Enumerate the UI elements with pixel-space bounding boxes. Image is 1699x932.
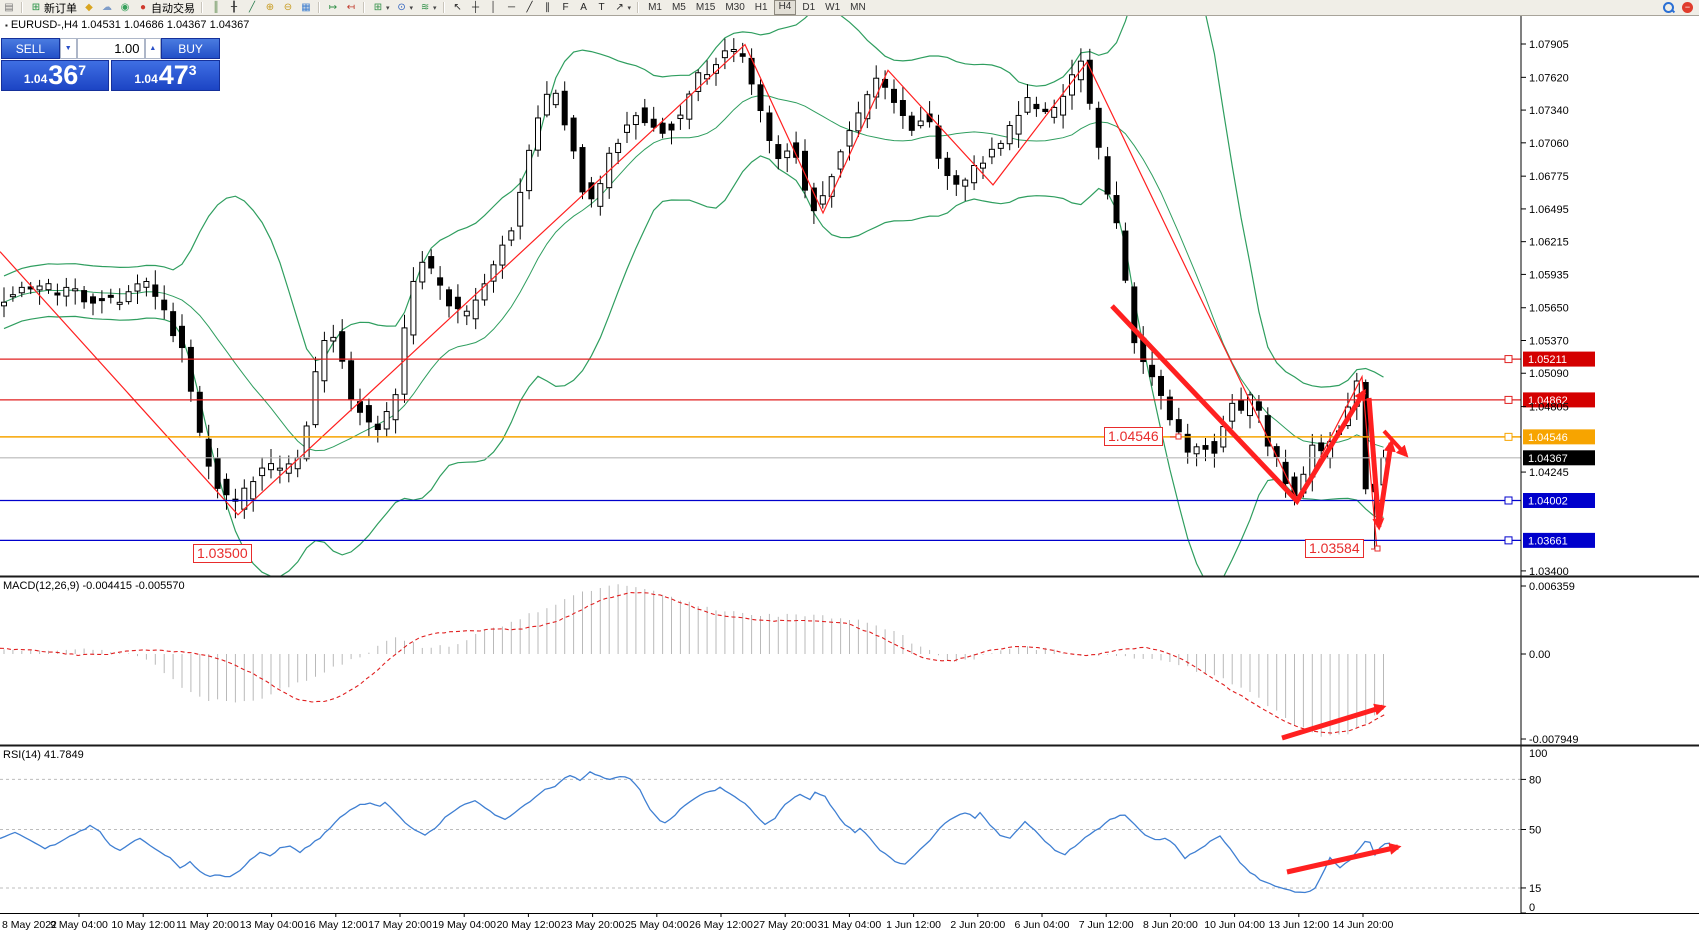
time-tick-label: 1 Jun 12:00 [886, 919, 941, 931]
price-tick-label: 1.04805 [1529, 402, 1569, 414]
one-click-trading-panel: SELL ▼ ▲ BUY 1.04367 1.04473 [1, 38, 220, 91]
price-badge-text: 1.05211 [1528, 354, 1567, 366]
time-tick-label: 27 May 20:00 [753, 919, 817, 931]
callout-handle [1375, 546, 1380, 551]
macd-axis-label: 0.00 [1529, 649, 1550, 661]
volume-up-button[interactable]: ▲ [145, 38, 162, 59]
chart-symbol-line: ▪EURUSD-,H4 1.04531 1.04686 1.04367 1.04… [5, 19, 249, 31]
rsi-axis-label: 100 [1529, 748, 1547, 760]
rsi-axis-label: 50 [1529, 825, 1541, 837]
time-tick-label: 19 May 04:00 [432, 919, 496, 931]
sell-button[interactable]: SELL [1, 38, 60, 59]
rsi-line [0, 772, 1390, 893]
time-tick-label: 20 May 12:00 [497, 919, 561, 931]
chart-area[interactable]: 1.052111.048621.045461.043671.040021.036… [0, 0, 1699, 932]
price-tick-label: 1.06215 [1529, 237, 1569, 249]
time-tick-label: 25 May 04:00 [625, 919, 689, 931]
price-tick-label: 1.05370 [1529, 335, 1569, 347]
sell-price-display[interactable]: 1.04367 [1, 60, 109, 91]
line-handle [1505, 497, 1512, 504]
time-tick-label: 8 Jun 20:00 [1143, 919, 1198, 931]
volume-down-button[interactable]: ▼ [60, 38, 77, 59]
volume-input[interactable] [77, 38, 145, 59]
price-badge-text: 1.04546 [1528, 432, 1568, 444]
candlesticks [2, 38, 1387, 549]
price-tick-label: 1.06775 [1529, 171, 1569, 183]
price-tick-label: 1.04245 [1529, 467, 1569, 479]
line-handle [1505, 433, 1512, 440]
price-tick-label: 1.06495 [1529, 204, 1569, 216]
callout-handle [1176, 434, 1181, 439]
time-tick-label: 2 Jun 20:00 [950, 919, 1005, 931]
time-tick-label: 23 May 20:00 [561, 919, 625, 931]
time-tick-label: 9 May 04:00 [50, 919, 108, 931]
time-tick-label: 13 May 04:00 [240, 919, 304, 931]
trend-arrow[interactable] [1112, 306, 1364, 501]
buy-price-sup: 3 [189, 62, 197, 78]
trend-arrow[interactable] [1282, 707, 1383, 738]
line-handle [1505, 396, 1512, 403]
price-annotation[interactable]: 1.03584 [1305, 539, 1364, 558]
price-badge-text: 1.04367 [1528, 453, 1568, 465]
time-tick-label: 7 Jun 12:00 [1079, 919, 1134, 931]
time-tick-label: 11 May 20:00 [176, 919, 239, 931]
time-tick-label: 10 May 12:00 [111, 919, 175, 931]
time-tick-label: 8 May 2022 [2, 919, 57, 931]
time-tick-label: 6 Jun 04:00 [1015, 919, 1070, 931]
price-axis: 1.052111.048621.045461.043671.040021.036… [1521, 39, 1595, 914]
sell-price-prefix: 1.04 [24, 72, 47, 86]
sell-price-big: 36 [48, 62, 78, 89]
horizontal-lines [0, 356, 1521, 544]
price-tick-label: 1.05935 [1529, 269, 1569, 281]
macd-pane [0, 584, 1386, 736]
time-tick-label: 13 Jun 12:00 [1268, 919, 1329, 931]
macd-axis-label: -0.007949 [1529, 734, 1579, 746]
symbol-ohlc-text: EURUSD-,H4 1.04531 1.04686 1.04367 1.043… [11, 19, 250, 31]
trend-arrow[interactable] [1369, 398, 1379, 527]
time-axis: 8 May 20229 May 04:0010 May 12:0011 May … [2, 913, 1394, 931]
trend-arrow[interactable] [1287, 847, 1398, 872]
macd-signal-line [0, 593, 1386, 734]
rsi-label: RSI(14) 41.7849 [3, 749, 84, 761]
buy-price-big: 47 [159, 62, 189, 89]
macd-axis-label: 0.006359 [1529, 581, 1575, 593]
price-tick-label: 1.05650 [1529, 303, 1569, 315]
buy-price-display[interactable]: 1.04473 [111, 60, 220, 91]
time-tick-label: 26 May 12:00 [689, 919, 753, 931]
price-annotation[interactable]: 1.04546 [1104, 427, 1163, 446]
price-tick-label: 1.07340 [1529, 105, 1569, 117]
time-tick-label: 16 May 12:00 [304, 919, 368, 931]
price-badge-text: 1.03661 [1528, 535, 1568, 547]
price-annotation[interactable]: 1.03500 [193, 544, 252, 563]
buy-button[interactable]: BUY [161, 38, 220, 59]
rsi-axis-label: 80 [1529, 774, 1541, 786]
time-tick-label: 14 Jun 20:00 [1333, 919, 1394, 931]
time-tick-label: 17 May 20:00 [368, 919, 432, 931]
price-tick-label: 1.07905 [1529, 39, 1569, 51]
time-tick-label: 10 Jun 04:00 [1204, 919, 1265, 931]
price-tick-label: 1.07060 [1529, 138, 1569, 150]
chart-context-icon: ▪ [5, 21, 8, 30]
rsi-axis-label: 15 [1529, 883, 1541, 895]
buy-price-prefix: 1.04 [134, 72, 157, 86]
line-handle [1505, 356, 1512, 363]
macd-label: MACD(12,26,9) -0.004415 -0.005570 [3, 580, 185, 592]
price-tick-label: 1.07620 [1529, 72, 1569, 84]
price-tick-label: 1.05090 [1529, 368, 1569, 380]
annotations [1112, 306, 1406, 872]
price-badge-text: 1.04002 [1528, 495, 1568, 507]
sell-price-sup: 7 [78, 62, 86, 78]
rsi-pane [0, 772, 1521, 893]
time-tick-label: 31 May 04:00 [818, 919, 882, 931]
line-handle [1505, 537, 1512, 544]
rsi-axis-label: 0 [1529, 902, 1535, 914]
bollinger-middle-band [4, 95, 1384, 450]
